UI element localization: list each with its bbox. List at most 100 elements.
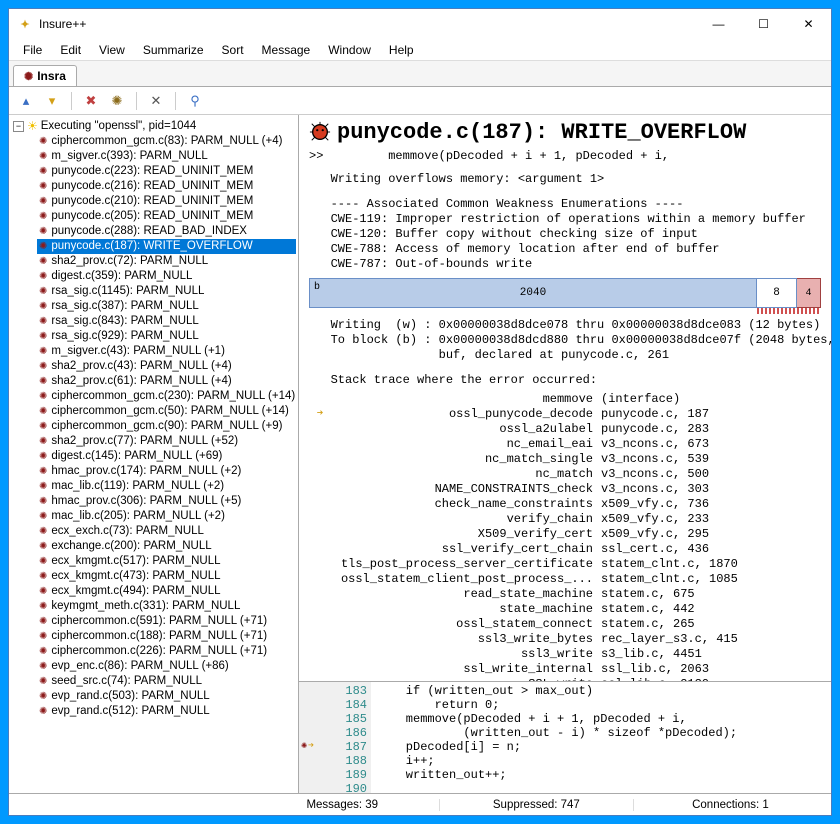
tree-item[interactable]: ✺digest.c(359): PARM_NULL bbox=[37, 269, 296, 284]
tree-item[interactable]: ✺punycode.c(216): READ_UNINIT_MEM bbox=[37, 179, 296, 194]
tree-item[interactable]: ✺punycode.c(210): READ_UNINIT_MEM bbox=[37, 194, 296, 209]
stack-row[interactable]: NAME_CONSTRAINTS_checkv3_ncons.c, 303 bbox=[309, 482, 821, 497]
tree-item[interactable]: ✺rsa_sig.c(387): PARM_NULL bbox=[37, 299, 296, 314]
tree-item[interactable]: ✺sha2_prov.c(61): PARM_NULL (+4) bbox=[37, 374, 296, 389]
tree-item[interactable]: ✺ciphercommon.c(188): PARM_NULL (+71) bbox=[37, 629, 296, 644]
stack-row[interactable]: state_machinestatem.c, 442 bbox=[309, 602, 821, 617]
tree-item[interactable]: ✺ciphercommon_gcm.c(90): PARM_NULL (+9) bbox=[37, 419, 296, 434]
stack-row[interactable]: X509_verify_certx509_vfy.c, 295 bbox=[309, 527, 821, 542]
stack-row[interactable]: nc_matchv3_ncons.c, 500 bbox=[309, 467, 821, 482]
menu-file[interactable]: File bbox=[15, 41, 50, 59]
stack-row[interactable]: memmove(interface) bbox=[309, 392, 821, 407]
tree-item[interactable]: ✺mac_lib.c(119): PARM_NULL (+2) bbox=[37, 479, 296, 494]
tree-item[interactable]: ✺rsa_sig.c(1145): PARM_NULL bbox=[37, 284, 296, 299]
tree-item[interactable]: ✺ciphercommon_gcm.c(230): PARM_NULL (+14… bbox=[37, 389, 296, 404]
tree-item[interactable]: ✺mac_lib.c(205): PARM_NULL (+2) bbox=[37, 509, 296, 524]
tree-item[interactable]: ✺rsa_sig.c(929): PARM_NULL bbox=[37, 329, 296, 344]
stack-row[interactable]: check_name_constraintsx509_vfy.c, 736 bbox=[309, 497, 821, 512]
tree-item[interactable]: ✺punycode.c(288): READ_BAD_INDEX bbox=[37, 224, 296, 239]
tree-item[interactable]: ✺digest.c(145): PARM_NULL (+69) bbox=[37, 449, 296, 464]
detail-view[interactable]: punycode.c(187): WRITE_OVERFLOW >> memmo… bbox=[299, 115, 831, 681]
nav-back-icon[interactable]: ▴ bbox=[17, 92, 35, 110]
bug-icon: ✺ bbox=[39, 329, 47, 344]
tree-item[interactable]: ✺ecx_kmgmt.c(473): PARM_NULL bbox=[37, 569, 296, 584]
stack-row[interactable]: ssl_verify_cert_chainssl_cert.c, 436 bbox=[309, 542, 821, 557]
tree-item[interactable]: ✺hmac_prov.c(174): PARM_NULL (+2) bbox=[37, 464, 296, 479]
tree-item[interactable]: ✺ecx_kmgmt.c(494): PARM_NULL bbox=[37, 584, 296, 599]
tree-item[interactable]: ✺punycode.c(223): READ_UNINIT_MEM bbox=[37, 164, 296, 179]
tree-item[interactable]: ✺hmac_prov.c(306): PARM_NULL (+5) bbox=[37, 494, 296, 509]
search-icon[interactable]: ⚲ bbox=[186, 92, 204, 110]
stack-row[interactable]: tls_post_process_server_certificatestate… bbox=[309, 557, 821, 572]
bug-icon: ✺ bbox=[39, 314, 47, 329]
tree-item[interactable]: ✺ciphercommon.c(226): PARM_NULL (+71) bbox=[37, 644, 296, 659]
arrow-icon bbox=[309, 527, 331, 542]
cwe-line: CWE-788: Access of memory location after… bbox=[309, 242, 821, 257]
tree-item[interactable]: ✺evp_rand.c(503): PARM_NULL bbox=[37, 689, 296, 704]
bug-icon: ✺ bbox=[39, 374, 47, 389]
tree-item[interactable]: ✺sha2_prov.c(72): PARM_NULL bbox=[37, 254, 296, 269]
tree-item[interactable]: ✺ciphercommon.c(591): PARM_NULL (+71) bbox=[37, 614, 296, 629]
tree-item[interactable]: ✺ciphercommon_gcm.c(50): PARM_NULL (+14) bbox=[37, 404, 296, 419]
tree-item[interactable]: ✺evp_enc.c(86): PARM_NULL (+86) bbox=[37, 659, 296, 674]
tree-item[interactable]: ✺exchange.c(200): PARM_NULL bbox=[37, 539, 296, 554]
source-view[interactable]: 183184185186✺➔187188189190 if (written_o… bbox=[299, 681, 831, 793]
bug-icon[interactable]: ✺ bbox=[108, 92, 126, 110]
menu-window[interactable]: Window bbox=[320, 41, 379, 59]
bug-icon: ✺ bbox=[39, 524, 47, 539]
big-bug-icon bbox=[309, 121, 331, 143]
stack-row[interactable]: ossl_a2ulabelpunycode.c, 283 bbox=[309, 422, 821, 437]
tree-item[interactable]: ✺keymgmt_meth.c(331): PARM_NULL bbox=[37, 599, 296, 614]
stack-row[interactable]: ssl3_writes3_lib.c, 4451 bbox=[309, 647, 821, 662]
arrow-icon bbox=[309, 497, 331, 512]
stack-row[interactable]: ossl_statem_client_post_process_...state… bbox=[309, 572, 821, 587]
stack-row[interactable]: ssl3_write_bytesrec_layer_s3.c, 415 bbox=[309, 632, 821, 647]
stack-row[interactable]: ➔ossl_punycode_decodepunycode.c, 187 bbox=[309, 407, 821, 422]
stack-trace: memmove(interface)➔ossl_punycode_decodep… bbox=[309, 392, 821, 681]
menu-help[interactable]: Help bbox=[381, 41, 422, 59]
tree-item[interactable]: ✺evp_rand.c(512): PARM_NULL bbox=[37, 704, 296, 719]
tree-root-label[interactable]: Executing "openssl", pid=1044 bbox=[41, 119, 197, 134]
write-line: To block (b) : 0x00000038d8dcd880 thru 0… bbox=[309, 333, 821, 348]
stack-row[interactable]: nc_email_eaiv3_ncons.c, 673 bbox=[309, 437, 821, 452]
nav-fwd-icon[interactable]: ▾ bbox=[43, 92, 61, 110]
close-button[interactable]: ✕ bbox=[786, 9, 831, 39]
tree-item[interactable]: ✺ecx_kmgmt.c(517): PARM_NULL bbox=[37, 554, 296, 569]
stack-row[interactable]: read_state_machinestatem.c, 675 bbox=[309, 587, 821, 602]
tree-item[interactable]: ✺rsa_sig.c(843): PARM_NULL bbox=[37, 314, 296, 329]
tab-label: Insra bbox=[37, 69, 66, 83]
bug-icon: ✺ bbox=[39, 254, 47, 269]
tree-item[interactable]: ✺m_sigver.c(393): PARM_NULL bbox=[37, 149, 296, 164]
collapse-icon[interactable]: − bbox=[13, 121, 24, 132]
maximize-button[interactable]: ☐ bbox=[741, 9, 786, 39]
menu-edit[interactable]: Edit bbox=[52, 41, 89, 59]
menu-view[interactable]: View bbox=[91, 41, 133, 59]
stack-row[interactable]: verify_chainx509_vfy.c, 233 bbox=[309, 512, 821, 527]
tree-item[interactable]: ✺ecx_exch.c(73): PARM_NULL bbox=[37, 524, 296, 539]
tree-item[interactable]: ✺ciphercommon_gcm.c(83): PARM_NULL (+4) bbox=[37, 134, 296, 149]
stack-row[interactable]: nc_match_singlev3_ncons.c, 539 bbox=[309, 452, 821, 467]
tree-item[interactable]: ✺sha2_prov.c(43): PARM_NULL (+4) bbox=[37, 359, 296, 374]
tab-insra[interactable]: ✺ Insra bbox=[13, 65, 77, 86]
cwe-line: CWE-120: Buffer copy without checking si… bbox=[309, 227, 821, 242]
menu-message[interactable]: Message bbox=[254, 41, 319, 59]
tree-item[interactable]: ✺sha2_prov.c(77): PARM_NULL (+52) bbox=[37, 434, 296, 449]
bug-icon: ✺ bbox=[39, 494, 47, 509]
tree-item[interactable]: ✺punycode.c(205): READ_UNINIT_MEM bbox=[37, 209, 296, 224]
bug-icon: ✺ bbox=[39, 224, 47, 239]
error-tree[interactable]: − ☀ Executing "openssl", pid=1044 ✺ciphe… bbox=[9, 115, 299, 793]
tree-item[interactable]: ✺m_sigver.c(43): PARM_NULL (+1) bbox=[37, 344, 296, 359]
delete-icon[interactable]: ✕ bbox=[147, 92, 165, 110]
clear-bug-icon[interactable]: ✖ bbox=[82, 92, 100, 110]
minimize-button[interactable]: — bbox=[696, 9, 741, 39]
stack-row[interactable]: ossl_statem_connectstatem.c, 265 bbox=[309, 617, 821, 632]
tree-item[interactable]: ✺seed_src.c(74): PARM_NULL bbox=[37, 674, 296, 689]
menu-summarize[interactable]: Summarize bbox=[135, 41, 212, 59]
tree-item[interactable]: ✺punycode.c(187): WRITE_OVERFLOW bbox=[37, 239, 296, 254]
detail-call: >> memmove(pDecoded + i + 1, pDecoded + … bbox=[309, 149, 821, 164]
bug-icon: ✺ bbox=[39, 704, 47, 719]
stack-row[interactable]: ssl_write_internalssl_lib.c, 2063 bbox=[309, 662, 821, 677]
bug-icon: ✺ bbox=[39, 404, 47, 419]
menu-sort[interactable]: Sort bbox=[214, 41, 252, 59]
bug-icon: ✺ bbox=[39, 479, 47, 494]
